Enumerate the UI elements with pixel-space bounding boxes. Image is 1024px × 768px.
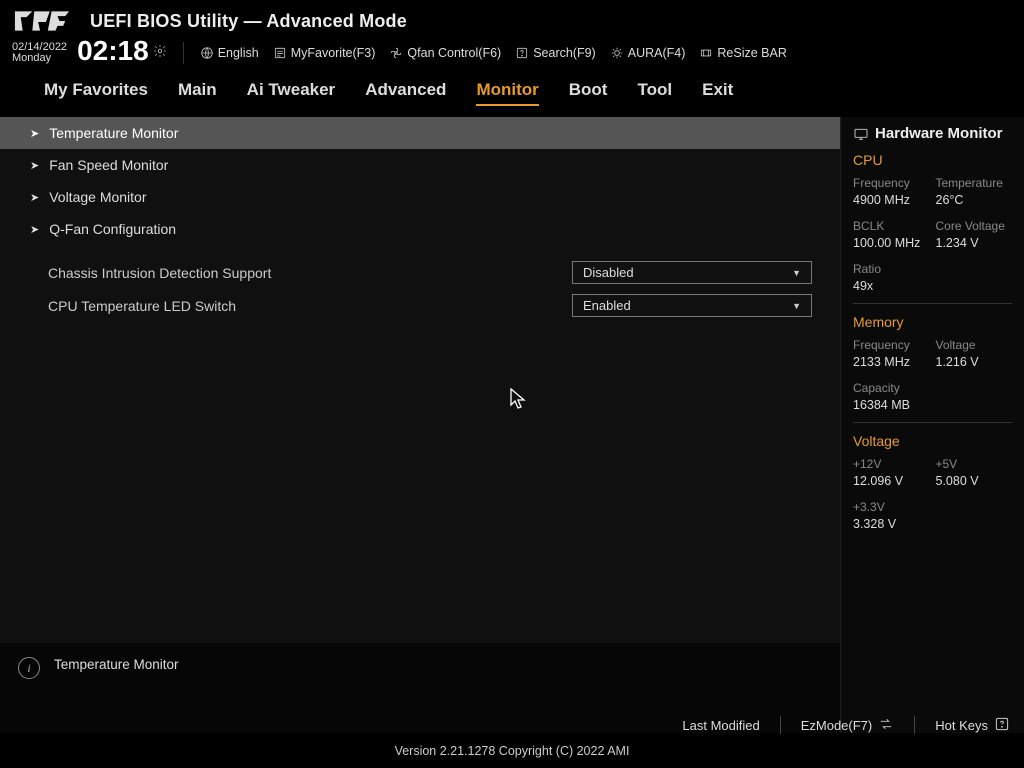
question-icon bbox=[994, 717, 1010, 734]
chevron-right-icon: ➤ bbox=[30, 159, 39, 172]
question-icon bbox=[515, 46, 529, 60]
ezmode-button[interactable]: EzMode(F7) bbox=[801, 717, 895, 734]
hw-label: +5V bbox=[936, 457, 1013, 471]
hotkeys-button[interactable]: Hot Keys bbox=[935, 717, 1010, 734]
menu-voltage-monitor[interactable]: ➤ Voltage Monitor bbox=[0, 181, 840, 213]
chevron-down-icon: ▼ bbox=[792, 301, 801, 311]
hw-value-bclk: 100.00 MHz bbox=[853, 236, 930, 250]
hardware-monitor-title: Hardware Monitor bbox=[853, 125, 1012, 142]
hw-value-mem-volt: 1.216 V bbox=[936, 355, 1013, 369]
hw-value-cpu-freq: 4900 MHz bbox=[853, 193, 930, 207]
tab-bar: My Favorites Main Ai Tweaker Advanced Mo… bbox=[0, 72, 1024, 117]
resizebar-button[interactable]: ReSize BAR bbox=[699, 46, 786, 60]
setting-label-chassis-intrusion: Chassis Intrusion Detection Support bbox=[48, 265, 572, 281]
hw-label: +3.3V bbox=[853, 500, 930, 514]
hw-label: Temperature bbox=[936, 176, 1013, 190]
hardware-monitor-panel: Hardware Monitor CPU Frequency Temperatu… bbox=[840, 117, 1024, 733]
hw-value-ratio: 49x bbox=[853, 279, 930, 293]
globe-icon bbox=[200, 46, 214, 60]
list-icon bbox=[273, 46, 287, 60]
gear-icon[interactable] bbox=[153, 44, 167, 63]
myfavorite-button[interactable]: MyFavorite(F3) bbox=[273, 46, 376, 60]
tab-main[interactable]: Main bbox=[178, 80, 217, 106]
hw-label: Frequency bbox=[853, 176, 930, 190]
hw-value-vcore: 1.234 V bbox=[936, 236, 1013, 250]
language-selector[interactable]: English bbox=[200, 46, 259, 60]
hw-section-cpu: CPU bbox=[853, 152, 1012, 168]
hw-label: Ratio bbox=[853, 262, 930, 276]
menu-temperature-monitor[interactable]: ➤ Temperature Monitor bbox=[0, 117, 840, 149]
switch-icon bbox=[878, 717, 894, 734]
hw-label: +12V bbox=[853, 457, 930, 471]
tab-boot[interactable]: Boot bbox=[569, 80, 608, 106]
chevron-right-icon: ➤ bbox=[30, 223, 39, 236]
hw-value-mem-freq: 2133 MHz bbox=[853, 355, 930, 369]
tab-monitor[interactable]: Monitor bbox=[476, 80, 538, 106]
copyright-text: Version 2.21.1278 Copyright (C) 2022 AMI bbox=[0, 744, 1024, 758]
dropdown-cpu-temp-led[interactable]: Enabled ▼ bbox=[572, 294, 812, 317]
hw-value-3v3: 3.328 V bbox=[853, 517, 930, 531]
aura-button[interactable]: AURA(F4) bbox=[610, 46, 686, 60]
chevron-down-icon: ▼ bbox=[792, 268, 801, 278]
tab-tool[interactable]: Tool bbox=[637, 80, 672, 106]
last-modified-button[interactable]: Last Modified bbox=[682, 718, 759, 733]
hw-value-12v: 12.096 V bbox=[853, 474, 930, 488]
tuf-logo bbox=[10, 6, 74, 36]
app-title: UEFI BIOS Utility — Advanced Mode bbox=[90, 11, 407, 32]
info-icon: i bbox=[18, 657, 40, 679]
tab-advanced[interactable]: Advanced bbox=[365, 80, 446, 106]
hw-value-mem-cap: 16384 MB bbox=[853, 398, 930, 412]
resize-icon bbox=[699, 46, 713, 60]
hw-section-memory: Memory bbox=[853, 314, 1012, 330]
setting-label-cpu-temp-led: CPU Temperature LED Switch bbox=[48, 298, 572, 314]
hw-label: Core Voltage bbox=[936, 219, 1013, 233]
dropdown-chassis-intrusion[interactable]: Disabled ▼ bbox=[572, 261, 812, 284]
sun-icon bbox=[610, 46, 624, 60]
hw-label: BCLK bbox=[853, 219, 930, 233]
qfan-button[interactable]: Qfan Control(F6) bbox=[389, 46, 501, 60]
hw-value-cpu-temp: 26°C bbox=[936, 193, 1013, 207]
hw-label: Voltage bbox=[936, 338, 1013, 352]
menu-qfan-configuration[interactable]: ➤ Q-Fan Configuration bbox=[0, 213, 840, 245]
hw-label: Capacity bbox=[853, 381, 930, 395]
clock-time: 02:18 bbox=[77, 35, 149, 67]
fan-icon bbox=[389, 46, 403, 60]
search-button[interactable]: Search(F9) bbox=[515, 46, 596, 60]
help-text: Temperature Monitor bbox=[54, 657, 179, 672]
day-text: Monday bbox=[12, 53, 67, 64]
hw-section-voltage: Voltage bbox=[853, 433, 1012, 449]
hw-value-5v: 5.080 V bbox=[936, 474, 1013, 488]
chevron-right-icon: ➤ bbox=[30, 191, 39, 204]
tab-exit[interactable]: Exit bbox=[702, 80, 733, 106]
hw-label: Frequency bbox=[853, 338, 930, 352]
tab-my-favorites[interactable]: My Favorites bbox=[44, 80, 148, 106]
monitor-icon bbox=[853, 127, 869, 141]
tab-ai-tweaker[interactable]: Ai Tweaker bbox=[247, 80, 336, 106]
menu-fan-speed-monitor[interactable]: ➤ Fan Speed Monitor bbox=[0, 149, 840, 181]
chevron-right-icon: ➤ bbox=[30, 127, 39, 140]
